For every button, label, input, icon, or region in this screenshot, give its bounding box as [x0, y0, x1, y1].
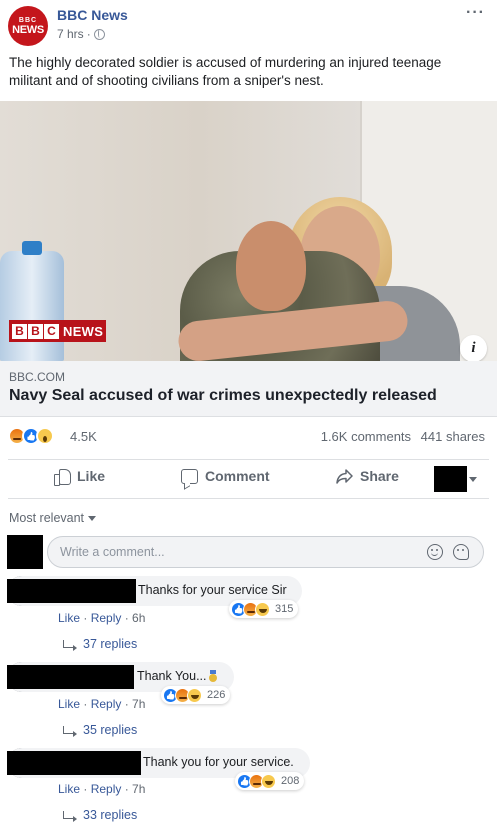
more-options-icon[interactable]: ···	[466, 5, 485, 21]
watermark-letter: B	[12, 323, 27, 339]
medal-emoji-icon	[208, 670, 217, 682]
post-as-selector[interactable]	[434, 466, 477, 492]
comment-label: Comment	[205, 468, 270, 484]
link-title[interactable]: Navy Seal accused of war crimes unexpect…	[9, 387, 437, 405]
reaction-icons[interactable]	[8, 427, 54, 445]
share-count[interactable]: 441 shares	[421, 429, 485, 444]
post-meta: 7 hrs ·	[57, 27, 105, 41]
comment-like-link[interactable]: Like	[58, 782, 80, 796]
comment-like-link[interactable]: Like	[58, 611, 80, 625]
view-replies-link[interactable]: 35 replies	[63, 723, 137, 737]
bbc-news-watermark: B B C NEWS	[9, 320, 107, 342]
photo-bottle-cap	[22, 241, 42, 255]
replies-count: 33 replies	[83, 808, 138, 822]
comment-actions: Like · Reply · 7h	[58, 697, 146, 711]
photo-soldier-face	[236, 221, 306, 311]
photo-water-bottle	[0, 251, 64, 361]
action-bar: Like Comment Share	[8, 459, 489, 499]
comment-actions: Like · Reply · 7h	[58, 782, 146, 796]
haha-reaction-icon	[187, 687, 202, 703]
bbc-news-avatar[interactable]: BBC NEWS	[8, 6, 48, 46]
comment-reactions[interactable]: 226	[161, 686, 231, 704]
link-domain: BBC.COM	[9, 370, 66, 384]
wow-reaction-icon	[36, 427, 54, 445]
comment-time[interactable]: 6h	[132, 611, 145, 625]
reply-arrow-icon	[63, 811, 77, 822]
globe-icon	[93, 28, 105, 40]
watermark-letter: C	[44, 323, 59, 339]
comment-text-value: Thank You...	[137, 669, 207, 683]
comment-reaction-count: 315	[275, 603, 294, 615]
redacted-avatar	[434, 466, 467, 492]
watermark-news: NEWS	[63, 323, 104, 339]
comment-button[interactable]: Comment	[181, 468, 270, 484]
comment-text: Thanks for your service Sir	[138, 583, 287, 597]
chevron-down-icon	[469, 476, 477, 482]
comment-sort-dropdown[interactable]: Most relevant	[9, 511, 97, 525]
avatar-logo-bottom: NEWS	[12, 23, 44, 36]
info-icon[interactable]: i	[460, 335, 487, 361]
reply-arrow-icon	[63, 640, 77, 651]
haha-reaction-icon	[261, 773, 276, 789]
replies-count: 37 replies	[83, 637, 138, 651]
comment-text: Thank You...	[137, 669, 217, 683]
haha-reaction-icon	[255, 601, 270, 617]
reply-arrow-icon	[63, 726, 77, 737]
comment-text: Thank you for your service.	[143, 755, 294, 769]
page-name-link[interactable]: BBC News	[57, 7, 128, 23]
share-label: Share	[360, 468, 399, 484]
share-arrow-icon	[336, 468, 353, 484]
comment-reaction-count: 226	[207, 689, 226, 701]
redacted-commenter-name	[7, 665, 134, 689]
redacted-commenter-name	[7, 751, 141, 775]
emoji-icon[interactable]	[427, 544, 443, 560]
like-label: Like	[77, 468, 106, 484]
post-text: The highly decorated soldier is accused …	[9, 55, 442, 88]
redacted-user-avatar	[7, 535, 43, 569]
chevron-down-icon	[88, 515, 97, 521]
thumbs-up-icon	[54, 468, 71, 486]
comment-actions: Like · Reply · 6h	[58, 611, 146, 625]
reaction-count[interactable]: 4.5K	[70, 429, 97, 444]
sort-label: Most relevant	[9, 511, 85, 525]
view-replies-link[interactable]: 37 replies	[63, 637, 137, 651]
comment-composer	[7, 535, 485, 569]
comments-shares: 1.6K comments 441 shares	[315, 429, 485, 444]
comment-time[interactable]: 7h	[132, 782, 145, 796]
comment-reply-link[interactable]: Reply	[91, 611, 122, 625]
post-image[interactable]: B B C NEWS i	[0, 101, 497, 361]
post-header: BBC NEWS BBC News 7 hrs · ···	[8, 5, 489, 46]
reactions-summary: 4.5K 1.6K comments 441 shares	[8, 425, 489, 449]
sticker-icon[interactable]	[453, 544, 469, 560]
redacted-commenter-name	[7, 579, 136, 603]
watermark-letter: B	[28, 323, 43, 339]
comment-reactions[interactable]: 315	[229, 600, 299, 618]
comment-like-link[interactable]: Like	[58, 697, 80, 711]
comment-reactions[interactable]: 208	[235, 772, 305, 790]
view-replies-link[interactable]: 33 replies	[63, 808, 137, 822]
comment-count[interactable]: 1.6K comments	[321, 429, 411, 444]
comment-bubble-icon	[181, 468, 198, 484]
comment-reply-link[interactable]: Reply	[91, 782, 122, 796]
meta-separator: ·	[86, 27, 91, 41]
replies-count: 35 replies	[83, 723, 138, 737]
share-button[interactable]: Share	[336, 468, 399, 484]
comment-reply-link[interactable]: Reply	[91, 697, 122, 711]
comment-reaction-count: 208	[281, 775, 300, 787]
comment-input[interactable]	[47, 536, 484, 568]
like-button[interactable]: Like	[54, 468, 106, 486]
link-preview[interactable]: BBC.COM Navy Seal accused of war crimes …	[0, 361, 497, 417]
comment-time[interactable]: 7h	[132, 697, 145, 711]
post-time[interactable]: 7 hrs	[57, 27, 84, 41]
